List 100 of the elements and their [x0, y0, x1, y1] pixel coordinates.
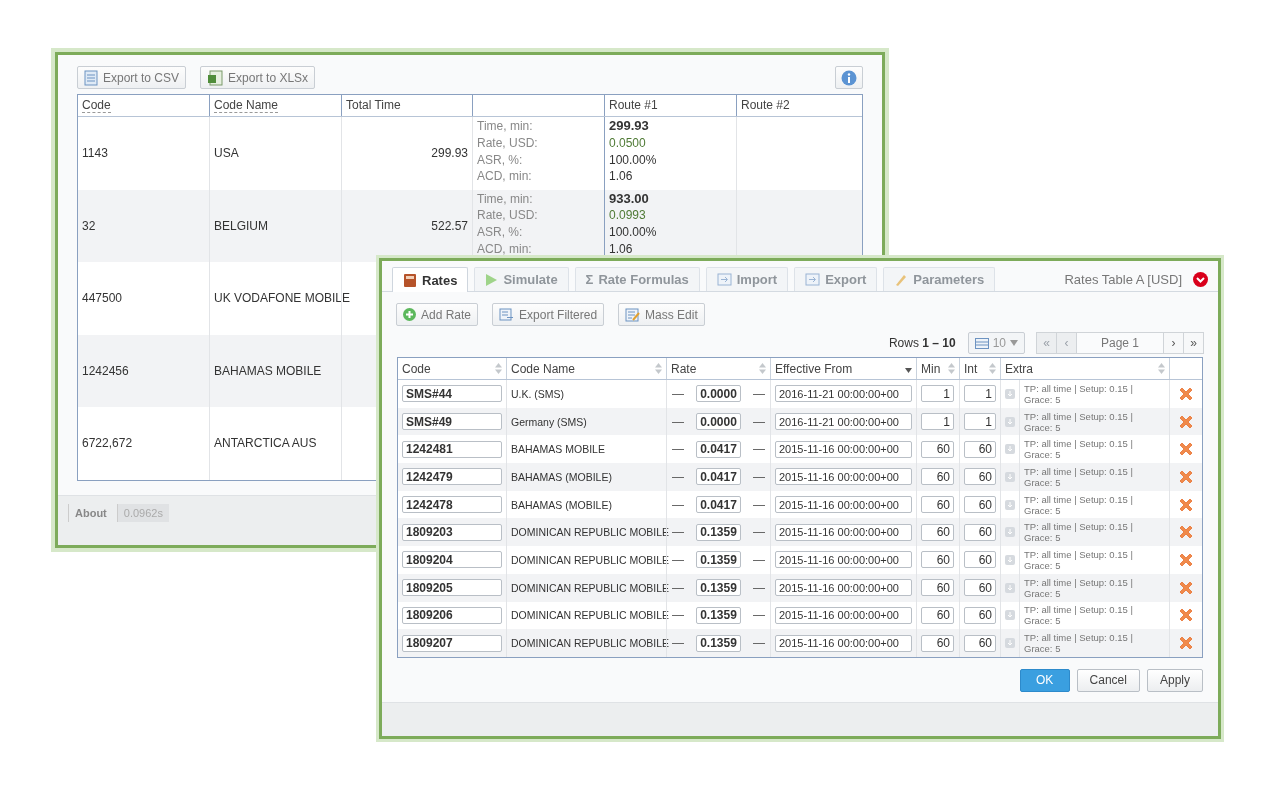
- date-field[interactable]: 2015-11-16 00:00:00+00: [775, 496, 912, 514]
- expand-icon[interactable]: [1005, 388, 1015, 399]
- rate-field[interactable]: 0.0000: [696, 385, 741, 403]
- min-field[interactable]: 1: [921, 385, 954, 403]
- delete-icon[interactable]: [1178, 551, 1194, 568]
- dash: —: [752, 469, 766, 484]
- date-field[interactable]: 2015-11-16 00:00:00+00: [775, 579, 912, 597]
- column-header[interactable]: Route #2: [736, 95, 862, 116]
- date-field[interactable]: 2015-11-16 00:00:00+00: [775, 468, 912, 486]
- code-field[interactable]: 1242481: [402, 440, 502, 458]
- column-header[interactable]: Int: [964, 361, 978, 376]
- export-xlsx-button[interactable]: Export to XLSx: [200, 66, 316, 89]
- collapse-icon[interactable]: [1193, 271, 1208, 287]
- rate-field[interactable]: 0.1359: [696, 551, 741, 569]
- page-field[interactable]: Page 1: [1076, 332, 1164, 354]
- pager-button[interactable]: ›: [1163, 332, 1184, 354]
- min-field[interactable]: 60: [921, 634, 954, 652]
- export-csv-button[interactable]: Export to CSV: [77, 66, 187, 89]
- date-field[interactable]: 2015-11-16 00:00:00+00: [775, 634, 912, 652]
- mass-edit-button[interactable]: Mass Edit: [618, 303, 705, 326]
- rate-field[interactable]: 0.0000: [696, 413, 741, 431]
- dialog-button[interactable]: Cancel: [1076, 668, 1140, 692]
- expand-icon[interactable]: [1005, 499, 1015, 510]
- min-field[interactable]: 60: [921, 468, 954, 486]
- int-field[interactable]: 60: [964, 440, 996, 458]
- expand-icon[interactable]: [1005, 444, 1015, 455]
- rate-field[interactable]: 0.0417: [696, 468, 741, 486]
- rate-field[interactable]: 0.1359: [696, 606, 741, 624]
- int-field[interactable]: 60: [964, 606, 996, 624]
- delete-icon[interactable]: [1178, 635, 1194, 652]
- column-header[interactable]: Code Name: [511, 361, 576, 376]
- rate-field[interactable]: 0.0417: [696, 496, 741, 514]
- stat-label: Rate, USD:: [477, 207, 538, 225]
- delete-icon[interactable]: [1178, 607, 1194, 624]
- expand-icon[interactable]: [1005, 610, 1015, 621]
- table-cell: BELGIUM: [214, 218, 268, 233]
- tab[interactable]: Rates: [392, 267, 469, 292]
- min-field[interactable]: 60: [921, 606, 954, 624]
- date-field[interactable]: 2015-11-16 00:00:00+00: [775, 551, 912, 569]
- table-cell: 1242456: [82, 363, 129, 378]
- int-field[interactable]: 1: [964, 385, 996, 403]
- expand-icon[interactable]: [1005, 527, 1015, 538]
- code-field[interactable]: 1809205: [402, 579, 502, 597]
- column-header[interactable]: Total Time: [341, 95, 472, 116]
- code-field[interactable]: 1242479: [402, 468, 502, 486]
- min-field[interactable]: 60: [921, 579, 954, 597]
- column-header[interactable]: Code Name: [209, 95, 341, 116]
- rate-field[interactable]: 0.1359: [696, 579, 741, 597]
- code-field[interactable]: SMS#44: [402, 385, 502, 403]
- delete-icon[interactable]: [1178, 441, 1194, 458]
- code-field[interactable]: 1809206: [402, 606, 502, 624]
- expand-icon[interactable]: [1005, 416, 1015, 427]
- date-field[interactable]: 2016-11-21 00:00:00+00: [775, 413, 912, 431]
- expand-icon[interactable]: [1005, 582, 1015, 593]
- delete-icon[interactable]: [1178, 468, 1194, 485]
- int-field[interactable]: 60: [964, 579, 996, 597]
- expand-icon[interactable]: [1005, 638, 1015, 649]
- date-field[interactable]: 2015-11-16 00:00:00+00: [775, 440, 912, 458]
- column-header[interactable]: Code: [402, 361, 431, 376]
- expand-icon[interactable]: [1005, 471, 1015, 482]
- rate-field[interactable]: 0.1359: [696, 523, 741, 541]
- date-field[interactable]: 2015-11-16 00:00:00+00: [775, 606, 912, 624]
- int-field[interactable]: 60: [964, 551, 996, 569]
- min-field[interactable]: 60: [921, 551, 954, 569]
- column-header[interactable]: Rate: [671, 361, 697, 376]
- min-field[interactable]: 60: [921, 523, 954, 541]
- delete-icon[interactable]: [1178, 579, 1194, 596]
- code-field[interactable]: 1809204: [402, 551, 502, 569]
- int-field[interactable]: 60: [964, 523, 996, 541]
- min-field[interactable]: 60: [921, 440, 954, 458]
- pager-button[interactable]: »: [1183, 332, 1204, 354]
- delete-icon[interactable]: [1178, 524, 1194, 541]
- rate-field[interactable]: 0.1359: [696, 634, 741, 652]
- code-field[interactable]: 1809207: [402, 634, 502, 652]
- stat-value: 1.06: [609, 240, 633, 258]
- delete-icon[interactable]: [1178, 413, 1194, 430]
- int-field[interactable]: 60: [964, 468, 996, 486]
- date-field[interactable]: 2016-11-21 00:00:00+00: [775, 385, 912, 403]
- column-header[interactable]: Extra: [1005, 361, 1033, 376]
- column-header[interactable]: Min: [921, 361, 941, 376]
- date-field[interactable]: 2015-11-16 00:00:00+00: [775, 523, 912, 541]
- int-field[interactable]: 60: [964, 496, 996, 514]
- min-field[interactable]: 1: [921, 413, 954, 431]
- info-button[interactable]: [835, 66, 863, 89]
- code-field[interactable]: SMS#49: [402, 413, 502, 431]
- expand-icon[interactable]: [1005, 554, 1015, 565]
- export-filtered-button[interactable]: Export Filtered: [492, 303, 605, 326]
- delete-icon[interactable]: [1178, 385, 1194, 402]
- column-header[interactable]: Code: [78, 95, 209, 116]
- add-rate-button[interactable]: Add Rate: [396, 303, 479, 326]
- code-field[interactable]: 1809203: [402, 523, 502, 541]
- column-header[interactable]: Route #1: [604, 95, 736, 116]
- rate-field[interactable]: 0.0417: [696, 440, 741, 458]
- int-field[interactable]: 60: [964, 634, 996, 652]
- column-header[interactable]: Effective From: [775, 361, 853, 376]
- dialog-button[interactable]: Apply: [1146, 668, 1203, 692]
- int-field[interactable]: 1: [964, 413, 996, 431]
- delete-icon[interactable]: [1178, 496, 1194, 513]
- min-field[interactable]: 60: [921, 496, 954, 514]
- code-field[interactable]: 1242478: [402, 496, 502, 514]
